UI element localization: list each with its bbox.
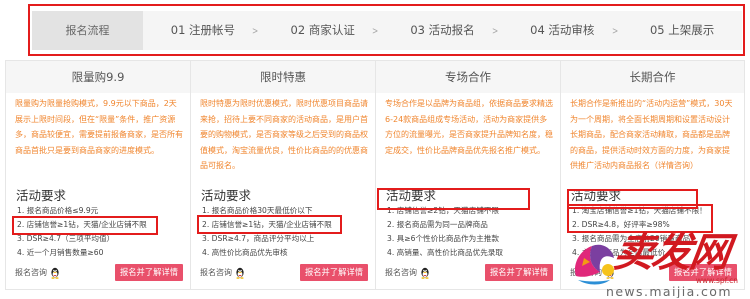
requirement-item: 1. 报名商品价格≤9.9元	[17, 206, 99, 215]
requirements-list: 1. 淘宝店铺信誉≥1钻，天猫店铺不限！ 2. DSR≥4.8，好评率≥98% …	[572, 204, 740, 260]
consult-label: 报名咨询	[385, 268, 417, 277]
step-label: 03 活动报名	[410, 23, 475, 37]
requirement-item: 4. 近一个月销售数量≥60	[17, 248, 104, 257]
requirement-item: 2. 报名商品需为同一品牌商品	[387, 220, 488, 229]
card-limited-buy: 限量购9.9 限量购为限量抢购模式，9.9元以下商品，2天展示上限时间段，但在“…	[5, 61, 190, 289]
step-label: 05 上架展示	[649, 23, 715, 37]
signup-details-button[interactable]: 报名并了解详情	[300, 264, 368, 281]
consult-label: 报名咨询	[15, 268, 47, 277]
activity-signup-page: 报名流程 01 注册帐号 > 02 商家认证 > 03 活动报名 > 04 活动…	[0, 0, 750, 299]
requirement-item: 4. 高销量、高性价比商品优先录取	[387, 248, 503, 257]
card-title: 限量购9.9	[6, 61, 190, 93]
card-description: 限量购为限量抢购模式，9.9元以下商品，2天展示上限时间段，但在“限量”条件，推…	[15, 99, 183, 155]
requirement-item: 2. 店铺信誉≥1钻，天猫/企业店铺不限	[17, 220, 147, 229]
step-label: 01 注册帐号	[170, 23, 236, 37]
requirements-list: 1. 店铺信誉≥2钻，天猫店铺不限 2. 报名商品需为同一品牌商品 3. 具≥6…	[387, 204, 556, 260]
requirements-list: 1. 报名商品价格≤9.9元 2. 店铺信誉≥1钻，天猫/企业店铺不限 3. D…	[17, 204, 186, 260]
card-brand-special: 专场合作 专场合作是以品牌为商品组，依据商品要求精选6-24款商品组成专场活动，…	[375, 61, 560, 289]
process-step-1: 01 注册帐号 >	[143, 11, 263, 50]
requirement-item: 4. 主推款商品为全店最低价	[572, 248, 666, 257]
process-step-4: 04 活动审核 >	[502, 11, 622, 50]
requirement-item: 1. 淘宝店铺信誉≥1钻，天猫店铺不限！	[572, 206, 707, 215]
process-steps: 01 注册帐号 > 02 商家认证 > 03 活动报名 > 04 活动审核 > …	[143, 11, 742, 50]
card-footer: 报名咨询 报名并了解详情	[6, 264, 190, 281]
process-title: 报名流程	[32, 11, 143, 50]
step-label: 04 活动审核	[530, 23, 595, 37]
promotion-cards: 限量购9.9 限量购为限量抢购模式，9.9元以下商品，2天展示上限时间段，但在“…	[5, 60, 745, 290]
process-step-3: 03 活动报名 >	[383, 11, 503, 50]
card-title: 专场合作	[376, 61, 560, 93]
chevron-right-icon: >	[492, 26, 499, 37]
consult-link[interactable]: 报名咨询	[385, 264, 430, 281]
signup-process-bar: 报名流程 01 注册帐号 > 02 商家认证 > 03 活动报名 > 04 活动…	[32, 11, 742, 50]
card-footer: 报名咨询 报名并了解详情	[191, 264, 375, 281]
chevron-right-icon: >	[252, 26, 259, 37]
card-long-term: 长期合作 长期合作是新推出的“活动内运营”模式，30天为一个周期，将全面长期周期…	[560, 61, 745, 289]
chevron-right-icon: >	[372, 26, 379, 37]
card-description: 限时特惠为限时优惠模式，限时优惠项目商品请来抢，招待上要不同商家的活动商品，是用…	[200, 99, 368, 170]
process-step-5: 05 上架展示	[622, 11, 742, 50]
requirement-item: 2. 店铺信誉≥1钻，天猫/企业店铺不限	[202, 220, 332, 229]
qq-icon	[235, 267, 245, 279]
process-step-2: 02 商家认证 >	[263, 11, 383, 50]
requirements-title: 活动要求	[16, 188, 67, 203]
signup-details-button[interactable]: 报名并了解详情	[669, 264, 737, 281]
requirements-title: 活动要求	[386, 188, 437, 203]
requirements-title: 活动要求	[571, 188, 622, 203]
consult-link[interactable]: 报名咨询	[200, 264, 245, 281]
card-description: 专场合作是以品牌为商品组，依据商品要求精选6-24款商品组成专场活动，活动为商家…	[385, 99, 553, 155]
requirements-list: 1. 报名商品价格30天最低价以下 2. 店铺信誉≥1钻，天猫/企业店铺不限 3…	[202, 204, 371, 260]
qq-icon	[420, 267, 430, 279]
requirement-item: 2. DSR≥4.8，好评率≥98%	[572, 220, 670, 229]
requirement-item: 3. DSR≥4.7，商品评分平均以上	[202, 234, 315, 243]
requirement-item: 1. 店铺信誉≥2钻，天猫店铺不限	[387, 206, 499, 215]
card-description: 长期合作是新推出的“活动内运营”模式，30天为一个周期，将全面长期周期和设置活动…	[570, 99, 733, 170]
card-flash-sale: 限时特惠 限时特惠为限时优惠模式，限时优惠项目商品请来抢，招待上要不同商家的活动…	[190, 61, 375, 289]
card-title: 长期合作	[561, 61, 744, 93]
consult-label: 报名咨询	[200, 268, 232, 277]
card-footer: 报名咨询 报名并了解详情	[376, 264, 560, 281]
requirement-item: 3. 具≥6个性价比商品作为主推款	[387, 234, 499, 243]
signup-details-button[interactable]: 报名并了解详情	[115, 264, 183, 281]
consult-label: 报名咨询	[570, 268, 602, 277]
requirements-title: 活动要求	[201, 188, 252, 203]
chevron-right-icon: >	[611, 26, 619, 37]
requirement-item: 3. DSR≥4.7（三项平均值）	[17, 234, 115, 243]
step-label: 02 商家认证	[290, 23, 355, 37]
qq-icon	[605, 267, 615, 279]
requirement-item: 4. 高性价比商品优先审核	[202, 248, 288, 257]
card-title: 限时特惠	[191, 61, 375, 93]
requirement-item: 3. 报名商品需为全店前20销量商品	[572, 234, 691, 243]
signup-details-button[interactable]: 报名并了解详情	[485, 264, 553, 281]
requirement-item: 1. 报名商品价格30天最低价以下	[202, 206, 313, 215]
card-footer: 报名咨询 报名并了解详情	[561, 264, 744, 281]
qq-icon	[50, 267, 60, 279]
consult-link[interactable]: 报名咨询	[570, 264, 615, 281]
consult-link[interactable]: 报名咨询	[15, 264, 60, 281]
